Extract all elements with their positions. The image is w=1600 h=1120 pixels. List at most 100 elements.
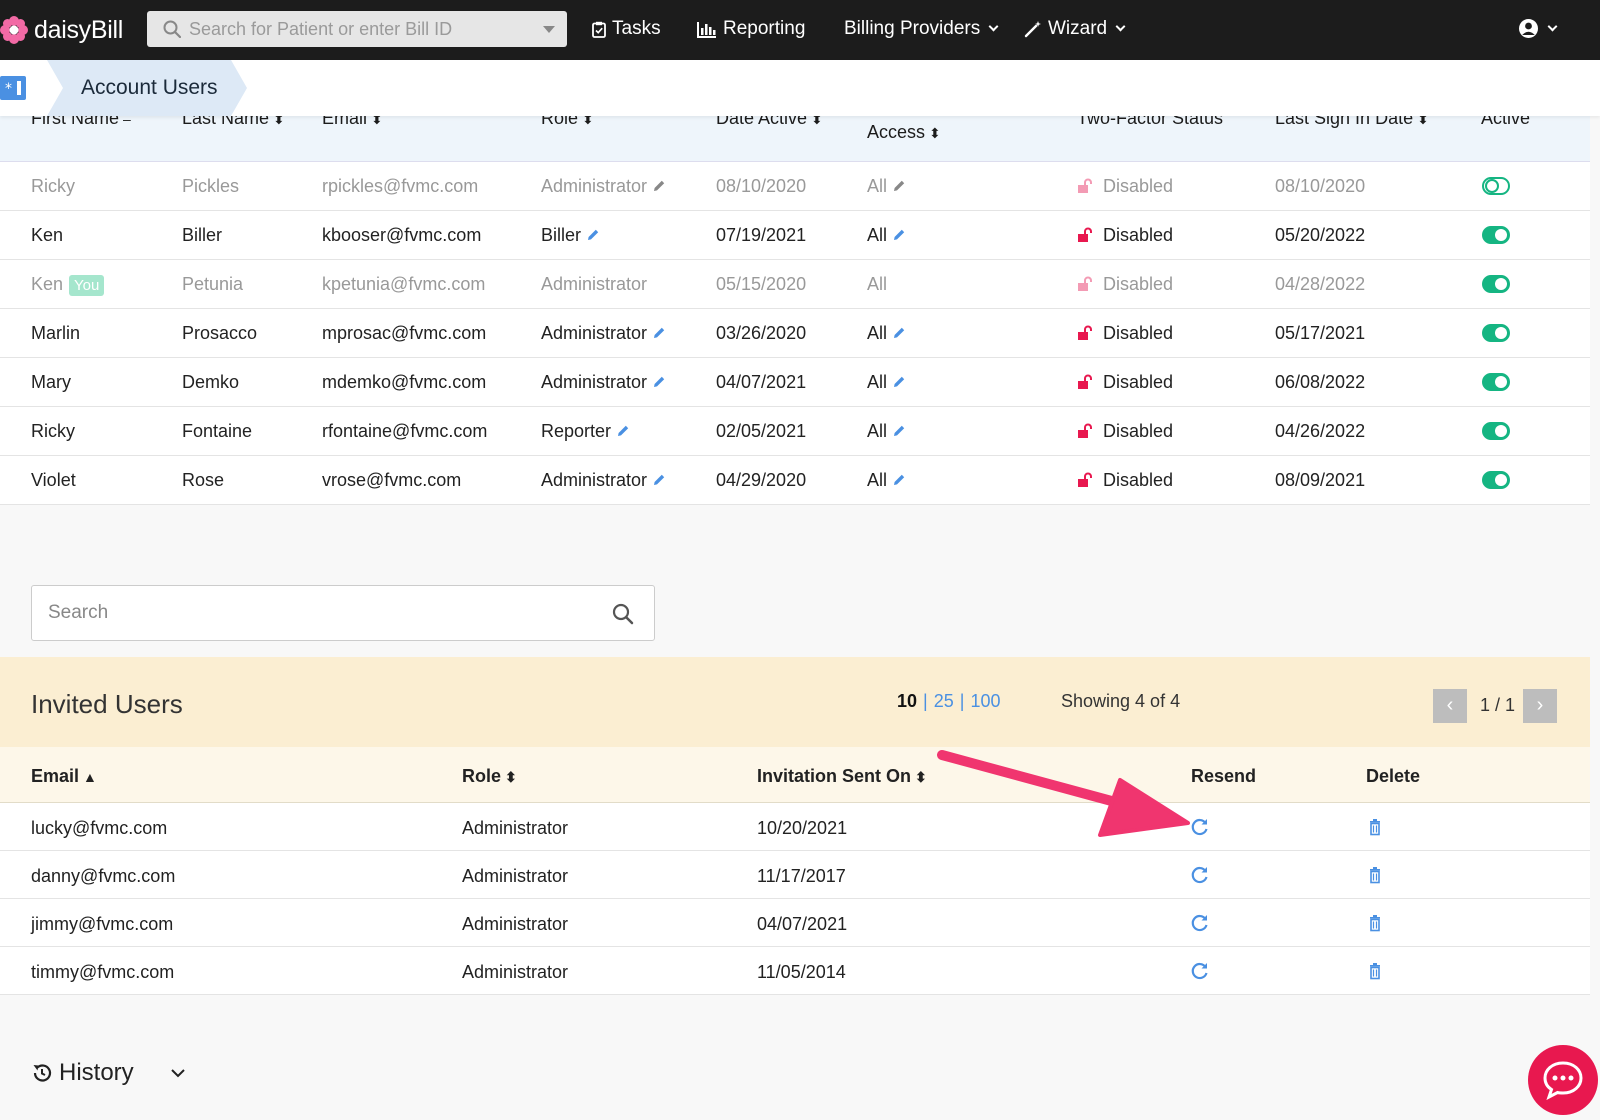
role-cell: Reporter: [541, 421, 630, 442]
trash-icon[interactable]: [1364, 960, 1386, 982]
clipboard-icon: [592, 21, 606, 38]
chat-button[interactable]: [1528, 1045, 1598, 1115]
unlock-icon: [1078, 276, 1092, 291]
col-invite-email[interactable]: Email ▲: [31, 766, 97, 787]
search-dropdown-icon[interactable]: [543, 26, 555, 33]
role: Administrator: [541, 323, 648, 343]
active-toggle[interactable]: [1482, 373, 1510, 391]
chevron-down-icon: [170, 1069, 185, 1078]
trash-icon[interactable]: [1364, 864, 1386, 886]
per-page-10[interactable]: 10: [897, 691, 917, 711]
last-sign-in: 08/09/2021: [1275, 470, 1366, 490]
patient-search[interactable]: [147, 11, 567, 47]
table-row: danny@fvmc.com Administrator 11/17/2017: [0, 851, 1590, 899]
trash-icon[interactable]: [1364, 912, 1386, 934]
first-name: Ricky: [31, 176, 75, 196]
col-invite-role[interactable]: Role ⬍: [462, 766, 517, 787]
invite-role: Administrator: [462, 914, 569, 934]
breadcrumb[interactable]: Account Users: [47, 60, 247, 116]
search-icon: [163, 20, 181, 38]
breadcrumb-bar: * Account Users: [0, 60, 1600, 116]
two-factor-status: Disabled: [1103, 225, 1174, 245]
role-cell: Administrator: [541, 470, 666, 491]
pencil-icon[interactable]: [652, 473, 666, 487]
col-access[interactable]: Access ⬍: [867, 122, 941, 143]
resend-icon[interactable]: [1189, 816, 1211, 838]
per-page-100[interactable]: 100: [970, 691, 1000, 711]
unlock-icon: [1078, 374, 1092, 389]
active-toggle[interactable]: [1482, 422, 1510, 440]
access: All: [867, 372, 888, 392]
last-sign-in: 04/28/2022: [1275, 274, 1366, 294]
pencil-icon[interactable]: [892, 424, 906, 438]
last-sign-in: 05/17/2021: [1275, 323, 1366, 343]
invite-role: Administrator: [462, 962, 569, 982]
pencil-icon[interactable]: [616, 424, 630, 438]
nav-billing-providers[interactable]: Billing Providers: [844, 18, 999, 40]
history-icon: [33, 1064, 52, 1082]
trash-icon[interactable]: [1364, 816, 1386, 838]
nav-reporting[interactable]: Reporting: [697, 18, 805, 40]
pencil-icon[interactable]: [892, 228, 906, 242]
pencil-icon[interactable]: [892, 375, 906, 389]
page-indicator: 1 / 1: [1480, 695, 1516, 715]
active-toggle[interactable]: [1482, 177, 1510, 195]
invited-users-title: Invited Users: [31, 689, 183, 719]
resend-icon[interactable]: [1189, 864, 1211, 886]
prev-page-button[interactable]: ‹: [1433, 689, 1467, 723]
access: All: [867, 176, 888, 196]
next-page-button[interactable]: ›: [1523, 689, 1557, 723]
email: mprosac@fvmc.com: [322, 323, 487, 343]
last-name: Pickles: [182, 176, 240, 196]
sort-icon: ⬍: [915, 769, 927, 785]
invited-search-input[interactable]: [48, 602, 588, 624]
resend-icon[interactable]: [1189, 960, 1211, 982]
app-logo[interactable]: daisyBill: [0, 14, 123, 46]
access: All: [867, 323, 888, 343]
table-row: Mary Demko mdemko@fvmc.com Administrator…: [0, 358, 1590, 407]
date-active: 02/05/2021: [716, 421, 807, 441]
date-active: 07/19/2021: [716, 225, 807, 245]
invited-users-table: lucky@fvmc.com Administrator 10/20/2021 …: [0, 803, 1590, 995]
app-name: daisyBill: [34, 15, 123, 44]
account-card-icon[interactable]: *: [0, 76, 26, 100]
two-factor-cell: Disabled: [1077, 323, 1173, 344]
patient-search-input[interactable]: [189, 18, 519, 40]
pencil-icon[interactable]: [652, 326, 666, 340]
active-toggle[interactable]: [1482, 471, 1510, 489]
table-row: Ken You Petunia kpetunia@fvmc.com Adminis…: [0, 260, 1590, 309]
active-toggle[interactable]: [1482, 324, 1510, 342]
pencil-icon[interactable]: [586, 228, 600, 242]
invite-email: timmy@fvmc.com: [31, 962, 175, 982]
access-cell: All: [867, 421, 906, 442]
date-active: 08/10/2020: [716, 176, 807, 196]
nav-tasks-label: Tasks: [612, 18, 661, 39]
per-page-25[interactable]: 25: [934, 691, 954, 711]
chat-bubble-icon: [1543, 1061, 1583, 1100]
chevron-left-icon: ‹: [1446, 694, 1454, 716]
invited-search[interactable]: [31, 585, 655, 641]
pencil-icon[interactable]: [892, 179, 906, 193]
col-invite-sent[interactable]: Invitation Sent On ⬍: [757, 766, 927, 787]
history-toggle[interactable]: History: [31, 1059, 186, 1087]
role-cell: Biller: [541, 225, 600, 246]
first-name: Ken: [31, 225, 64, 245]
search-icon[interactable]: [612, 603, 634, 625]
invite-email: danny@fvmc.com: [31, 866, 176, 886]
access-cell: All: [867, 176, 906, 197]
nav-tasks[interactable]: Tasks: [592, 18, 661, 40]
two-factor-cell: Disabled: [1077, 176, 1173, 197]
access-cell: All: [867, 372, 906, 393]
pencil-icon[interactable]: [652, 179, 666, 193]
table-row: Ken Biller kbooser@fvmc.com Biller 07/19…: [0, 211, 1590, 260]
pencil-icon[interactable]: [892, 473, 906, 487]
first-name: Marlin: [31, 323, 81, 343]
two-factor-status: Disabled: [1103, 421, 1174, 441]
user-menu[interactable]: [1518, 18, 1558, 39]
pencil-icon[interactable]: [892, 326, 906, 340]
nav-wizard[interactable]: Wizard: [1024, 18, 1126, 40]
active-toggle[interactable]: [1482, 226, 1510, 244]
resend-icon[interactable]: [1189, 912, 1211, 934]
two-factor-status: Disabled: [1103, 372, 1174, 392]
pencil-icon[interactable]: [652, 375, 666, 389]
